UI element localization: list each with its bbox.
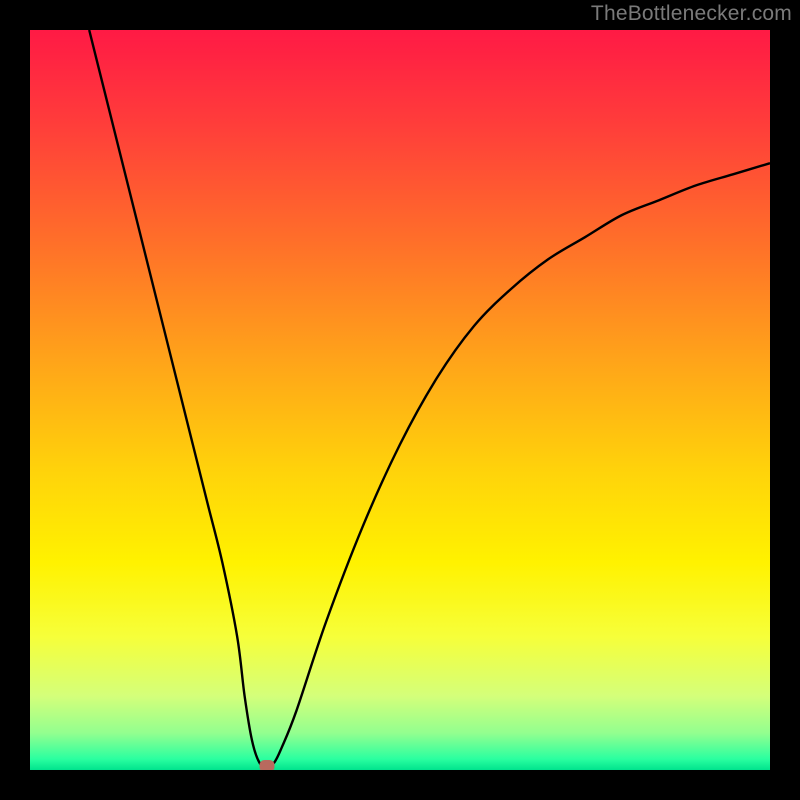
- gradient-background: [30, 30, 770, 770]
- watermark-text: TheBottlenecker.com: [591, 2, 792, 26]
- bottleneck-marker: [259, 760, 274, 770]
- plot-svg: [30, 30, 770, 770]
- plot-area: [30, 30, 770, 770]
- chart-frame: TheBottlenecker.com: [0, 0, 800, 800]
